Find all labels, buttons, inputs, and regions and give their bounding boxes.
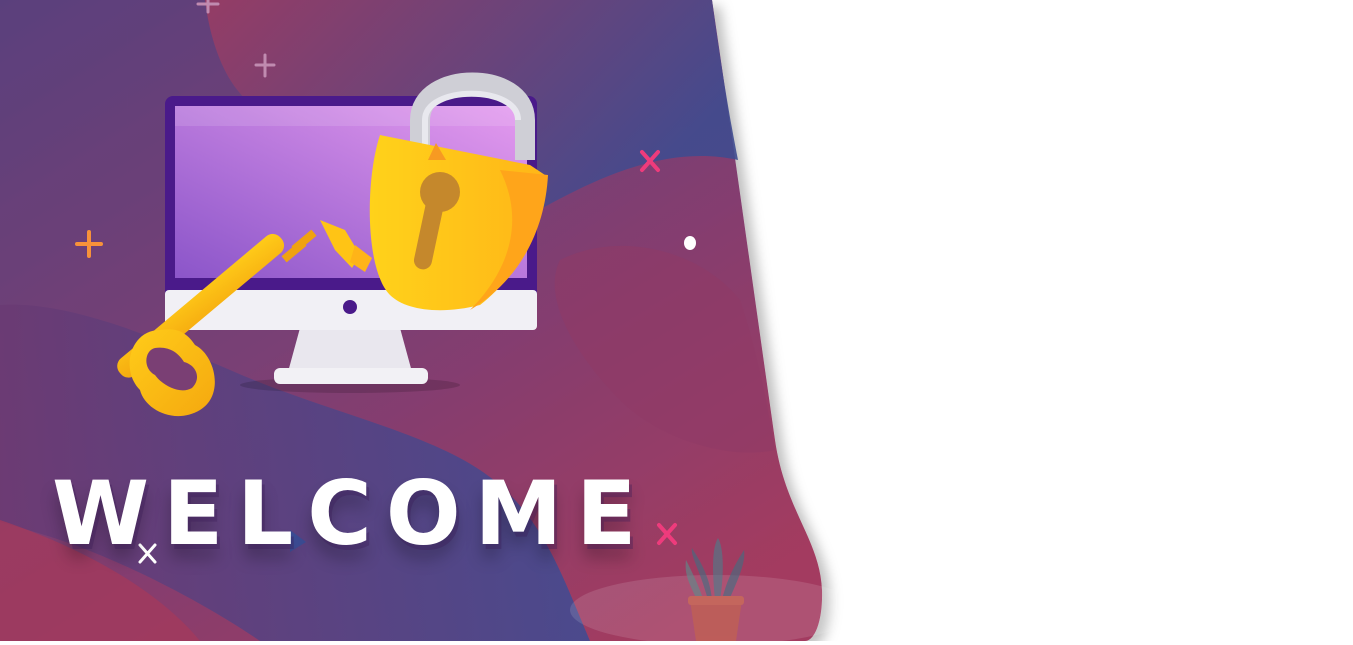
welcome-hero: WELCOME xyxy=(0,0,1353,645)
right-panel xyxy=(860,0,1353,641)
welcome-heading: WELCOME xyxy=(52,462,651,565)
